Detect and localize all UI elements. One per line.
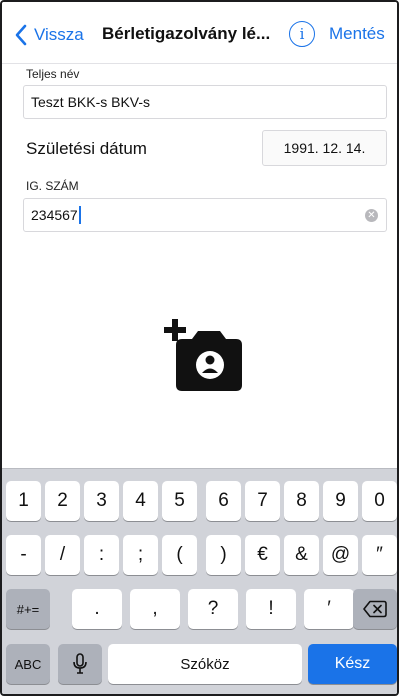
- full-name-field[interactable]: Teszt BKK-s BKV-s: [23, 85, 387, 119]
- id-number-label: IG. SZÁM: [26, 179, 79, 193]
- key-slash[interactable]: /: [45, 535, 80, 575]
- save-button[interactable]: Mentés: [329, 24, 385, 44]
- key-semicolon[interactable]: ;: [123, 535, 158, 575]
- key-4[interactable]: 4: [123, 481, 158, 521]
- key-5[interactable]: 5: [162, 481, 197, 521]
- id-number-field[interactable]: 234567 ✕: [23, 198, 387, 232]
- app-screen: Vissza Bérletigazolvány lé... i Mentés T…: [0, 0, 399, 696]
- key-hyphen[interactable]: -: [6, 535, 41, 575]
- text-cursor: [78, 206, 81, 224]
- space-key[interactable]: Szóköz: [108, 644, 302, 684]
- key-6[interactable]: 6: [206, 481, 241, 521]
- back-label: Vissza: [34, 25, 84, 44]
- navigation-bar: Vissza Bérletigazolvány lé... i Mentés: [2, 2, 397, 64]
- key-8[interactable]: 8: [284, 481, 319, 521]
- backspace-key[interactable]: [353, 589, 397, 629]
- key-3[interactable]: 3: [84, 481, 119, 521]
- backspace-icon: [363, 600, 387, 618]
- birth-date-label: Születési dátum: [26, 139, 147, 158]
- full-name-value: Teszt BKK-s BKV-s: [31, 94, 151, 110]
- done-key[interactable]: Kész: [308, 644, 397, 684]
- microphone-icon: [73, 653, 87, 674]
- key-1[interactable]: 1: [6, 481, 41, 521]
- key-exclamation[interactable]: !: [246, 589, 296, 629]
- id-number-value: 234567: [31, 207, 78, 223]
- dictation-key[interactable]: [58, 644, 102, 684]
- key-more-symbols[interactable]: #+=: [6, 589, 50, 629]
- key-abc[interactable]: ABC: [6, 644, 50, 684]
- key-at[interactable]: @: [323, 535, 358, 575]
- birth-date-picker[interactable]: 1991. 12. 14.: [262, 130, 387, 166]
- full-name-label: Teljes név: [26, 67, 80, 81]
- key-colon[interactable]: :: [84, 535, 119, 575]
- key-euro[interactable]: €: [245, 535, 280, 575]
- key-double-quote[interactable]: ″: [362, 535, 397, 575]
- back-button[interactable]: Vissza: [14, 22, 84, 48]
- add-photo-camera-icon[interactable]: [162, 317, 248, 395]
- key-0[interactable]: 0: [362, 481, 397, 521]
- chevron-left-icon: [15, 24, 27, 46]
- key-7[interactable]: 7: [245, 481, 280, 521]
- key-9[interactable]: 9: [323, 481, 358, 521]
- info-glyph: i: [299, 25, 305, 43]
- clear-circle-icon[interactable]: ✕: [365, 209, 378, 222]
- birth-date-value: 1991. 12. 14.: [283, 140, 366, 156]
- key-ampersand[interactable]: &: [284, 535, 319, 575]
- key-period[interactable]: .: [72, 589, 122, 629]
- key-2[interactable]: 2: [45, 481, 80, 521]
- key-comma[interactable]: ,: [130, 589, 180, 629]
- key-apostrophe[interactable]: ′: [304, 589, 354, 629]
- key-open-paren[interactable]: (: [162, 535, 197, 575]
- key-close-paren[interactable]: ): [206, 535, 241, 575]
- key-question[interactable]: ?: [188, 589, 238, 629]
- info-icon[interactable]: i: [289, 21, 315, 47]
- page-title: Bérletigazolvány lé...: [102, 24, 271, 43]
- numeric-keyboard: 1 2 3 4 5 6 7 8 9 0 - / : ; ( ) € & @ ″ …: [2, 468, 397, 694]
